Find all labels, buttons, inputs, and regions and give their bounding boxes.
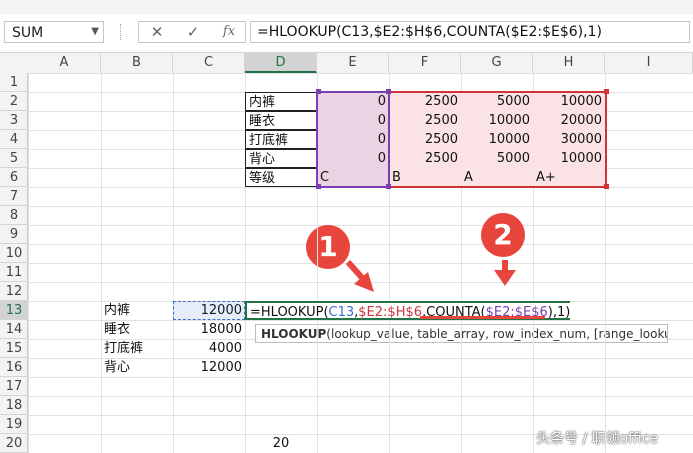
- formula-bar: SUM ▼ ✕ ✓ fx =HLOOKUP(C13,$E2:$H$6,COUNT…: [0, 14, 693, 53]
- table-row-label[interactable]: 睡衣: [245, 111, 317, 130]
- row-header-17[interactable]: 17: [0, 377, 28, 396]
- column-header-f[interactable]: F: [389, 53, 461, 73]
- range-handle[interactable]: [604, 184, 609, 189]
- row-header-11[interactable]: 11: [0, 263, 28, 282]
- ribbon-strip: [0, 0, 693, 15]
- table-cell-e[interactable]: 0: [317, 149, 389, 168]
- row-header-7[interactable]: 7: [0, 187, 28, 206]
- range-handle[interactable]: [316, 89, 321, 94]
- cell-d20[interactable]: 20: [245, 434, 317, 453]
- edit-token-ref1: C13: [328, 305, 355, 320]
- annotation-underline: [420, 316, 545, 319]
- watermark-text: 头条号 / 职领office: [536, 431, 659, 447]
- row-header-19[interactable]: 19: [0, 415, 28, 434]
- row-header-1[interactable]: 1: [0, 73, 28, 92]
- row-headers: 1 2 3 4 5 6 7 8 9 10 11 12 13 14 15 16 17 18 19 20: [0, 73, 28, 453]
- column-header-g[interactable]: G: [461, 53, 533, 73]
- row-header-6[interactable]: 6: [0, 168, 28, 187]
- formula-text: =HLOOKUP(C13,$E2:$H$6,COUNTA($E2:$E$6),1…: [257, 24, 602, 40]
- data-value-cell[interactable]: 4000: [173, 339, 245, 358]
- column-headers: ABCDEFGHI: [0, 53, 693, 74]
- column-header-h[interactable]: H: [533, 53, 605, 73]
- range-handle[interactable]: [386, 89, 391, 94]
- row-header-4[interactable]: 4: [0, 130, 28, 149]
- insert-function-button[interactable]: fx: [217, 24, 241, 39]
- column-header-b[interactable]: B: [101, 53, 173, 73]
- table-row-label[interactable]: 背心: [245, 149, 317, 168]
- table-cell-h[interactable]: 20000: [533, 111, 605, 130]
- name-box[interactable]: SUM ▼: [4, 21, 104, 43]
- row-header-14[interactable]: 14: [0, 320, 28, 339]
- callout-2: 2: [481, 213, 525, 257]
- column-header-c[interactable]: C: [173, 53, 245, 73]
- table-cell-e[interactable]: 0: [317, 92, 389, 111]
- data-label-cell[interactable]: 背心: [101, 358, 173, 377]
- table-cell-f[interactable]: B: [389, 168, 461, 187]
- arrow-1-shaft: [345, 260, 367, 282]
- row-header-2[interactable]: 2: [0, 92, 28, 111]
- row-header-13[interactable]: 13: [0, 301, 28, 320]
- data-value-cell[interactable]: 18000: [173, 320, 245, 339]
- chevron-down-icon[interactable]: ▼: [91, 26, 99, 37]
- range-handle[interactable]: [386, 184, 391, 189]
- row-header-10[interactable]: 10: [0, 244, 28, 263]
- row-header-9[interactable]: 9: [0, 225, 28, 244]
- grid-line: [605, 73, 606, 453]
- row-header-12[interactable]: 12: [0, 282, 28, 301]
- tooltip-args: (lookup_value, table_array, row_index_nu…: [326, 327, 668, 341]
- row-header-16[interactable]: 16: [0, 358, 28, 377]
- row-header-3[interactable]: 3: [0, 111, 28, 130]
- formula-input[interactable]: =HLOOKUP(C13,$E2:$H$6,COUNTA($E2:$E$6),1…: [250, 21, 690, 43]
- grip-handle[interactable]: [120, 24, 123, 40]
- row-header-8[interactable]: 8: [0, 206, 28, 225]
- close-icon[interactable]: ✕: [145, 23, 169, 41]
- row-header-18[interactable]: 18: [0, 396, 28, 415]
- range-handle[interactable]: [316, 184, 321, 189]
- table-cell-g[interactable]: 10000: [461, 111, 533, 130]
- grid-line: [101, 73, 102, 453]
- table-row-label[interactable]: 打底裤: [245, 130, 317, 149]
- table-row-label[interactable]: 内裤: [245, 92, 317, 111]
- data-value-cell[interactable]: 12000: [173, 301, 245, 320]
- table-cell-f[interactable]: 2500: [389, 130, 461, 149]
- name-box-value: SUM: [12, 25, 44, 41]
- range-handle[interactable]: [604, 89, 609, 94]
- row-header-15[interactable]: 15: [0, 339, 28, 358]
- table-cell-g[interactable]: A: [461, 168, 533, 187]
- column-header-i[interactable]: I: [605, 53, 693, 73]
- data-label-cell[interactable]: 内裤: [101, 301, 173, 320]
- grid-line: [173, 73, 174, 453]
- column-header-e[interactable]: E: [317, 53, 389, 73]
- table-cell-f[interactable]: 2500: [389, 111, 461, 130]
- table-cell-h[interactable]: 10000: [533, 149, 605, 168]
- table-cell-e[interactable]: 0: [317, 111, 389, 130]
- edit-token-eq: =HLOOKUP(: [250, 305, 329, 320]
- table-cell-e[interactable]: 0: [317, 130, 389, 149]
- data-label-cell[interactable]: 睡衣: [101, 320, 173, 339]
- table-cell-e[interactable]: C: [317, 168, 389, 187]
- row-header-20[interactable]: 20: [0, 434, 28, 453]
- formula-controls: ✕ ✓ fx: [138, 21, 246, 43]
- table-cell-f[interactable]: 2500: [389, 149, 461, 168]
- table-cell-g[interactable]: 5000: [461, 149, 533, 168]
- table-row-label[interactable]: 等级: [245, 168, 317, 187]
- arrow-2-head: [494, 270, 516, 286]
- table-cell-g[interactable]: 5000: [461, 92, 533, 111]
- column-header-d[interactable]: D: [245, 53, 317, 73]
- table-cell-h[interactable]: A+: [533, 168, 605, 187]
- table-cell-f[interactable]: 2500: [389, 92, 461, 111]
- data-label-cell[interactable]: 打底裤: [101, 339, 173, 358]
- table-cell-g[interactable]: 10000: [461, 130, 533, 149]
- edit-token-tail: ),1): [547, 305, 571, 320]
- check-icon[interactable]: ✓: [181, 23, 205, 41]
- column-header-a[interactable]: A: [28, 53, 101, 73]
- data-value-cell[interactable]: 12000: [173, 358, 245, 377]
- table-cell-h[interactable]: 30000: [533, 130, 605, 149]
- row-header-5[interactable]: 5: [0, 149, 28, 168]
- table-cell-h[interactable]: 10000: [533, 92, 605, 111]
- edit-token-ref2: $E2:$H$6: [358, 305, 423, 320]
